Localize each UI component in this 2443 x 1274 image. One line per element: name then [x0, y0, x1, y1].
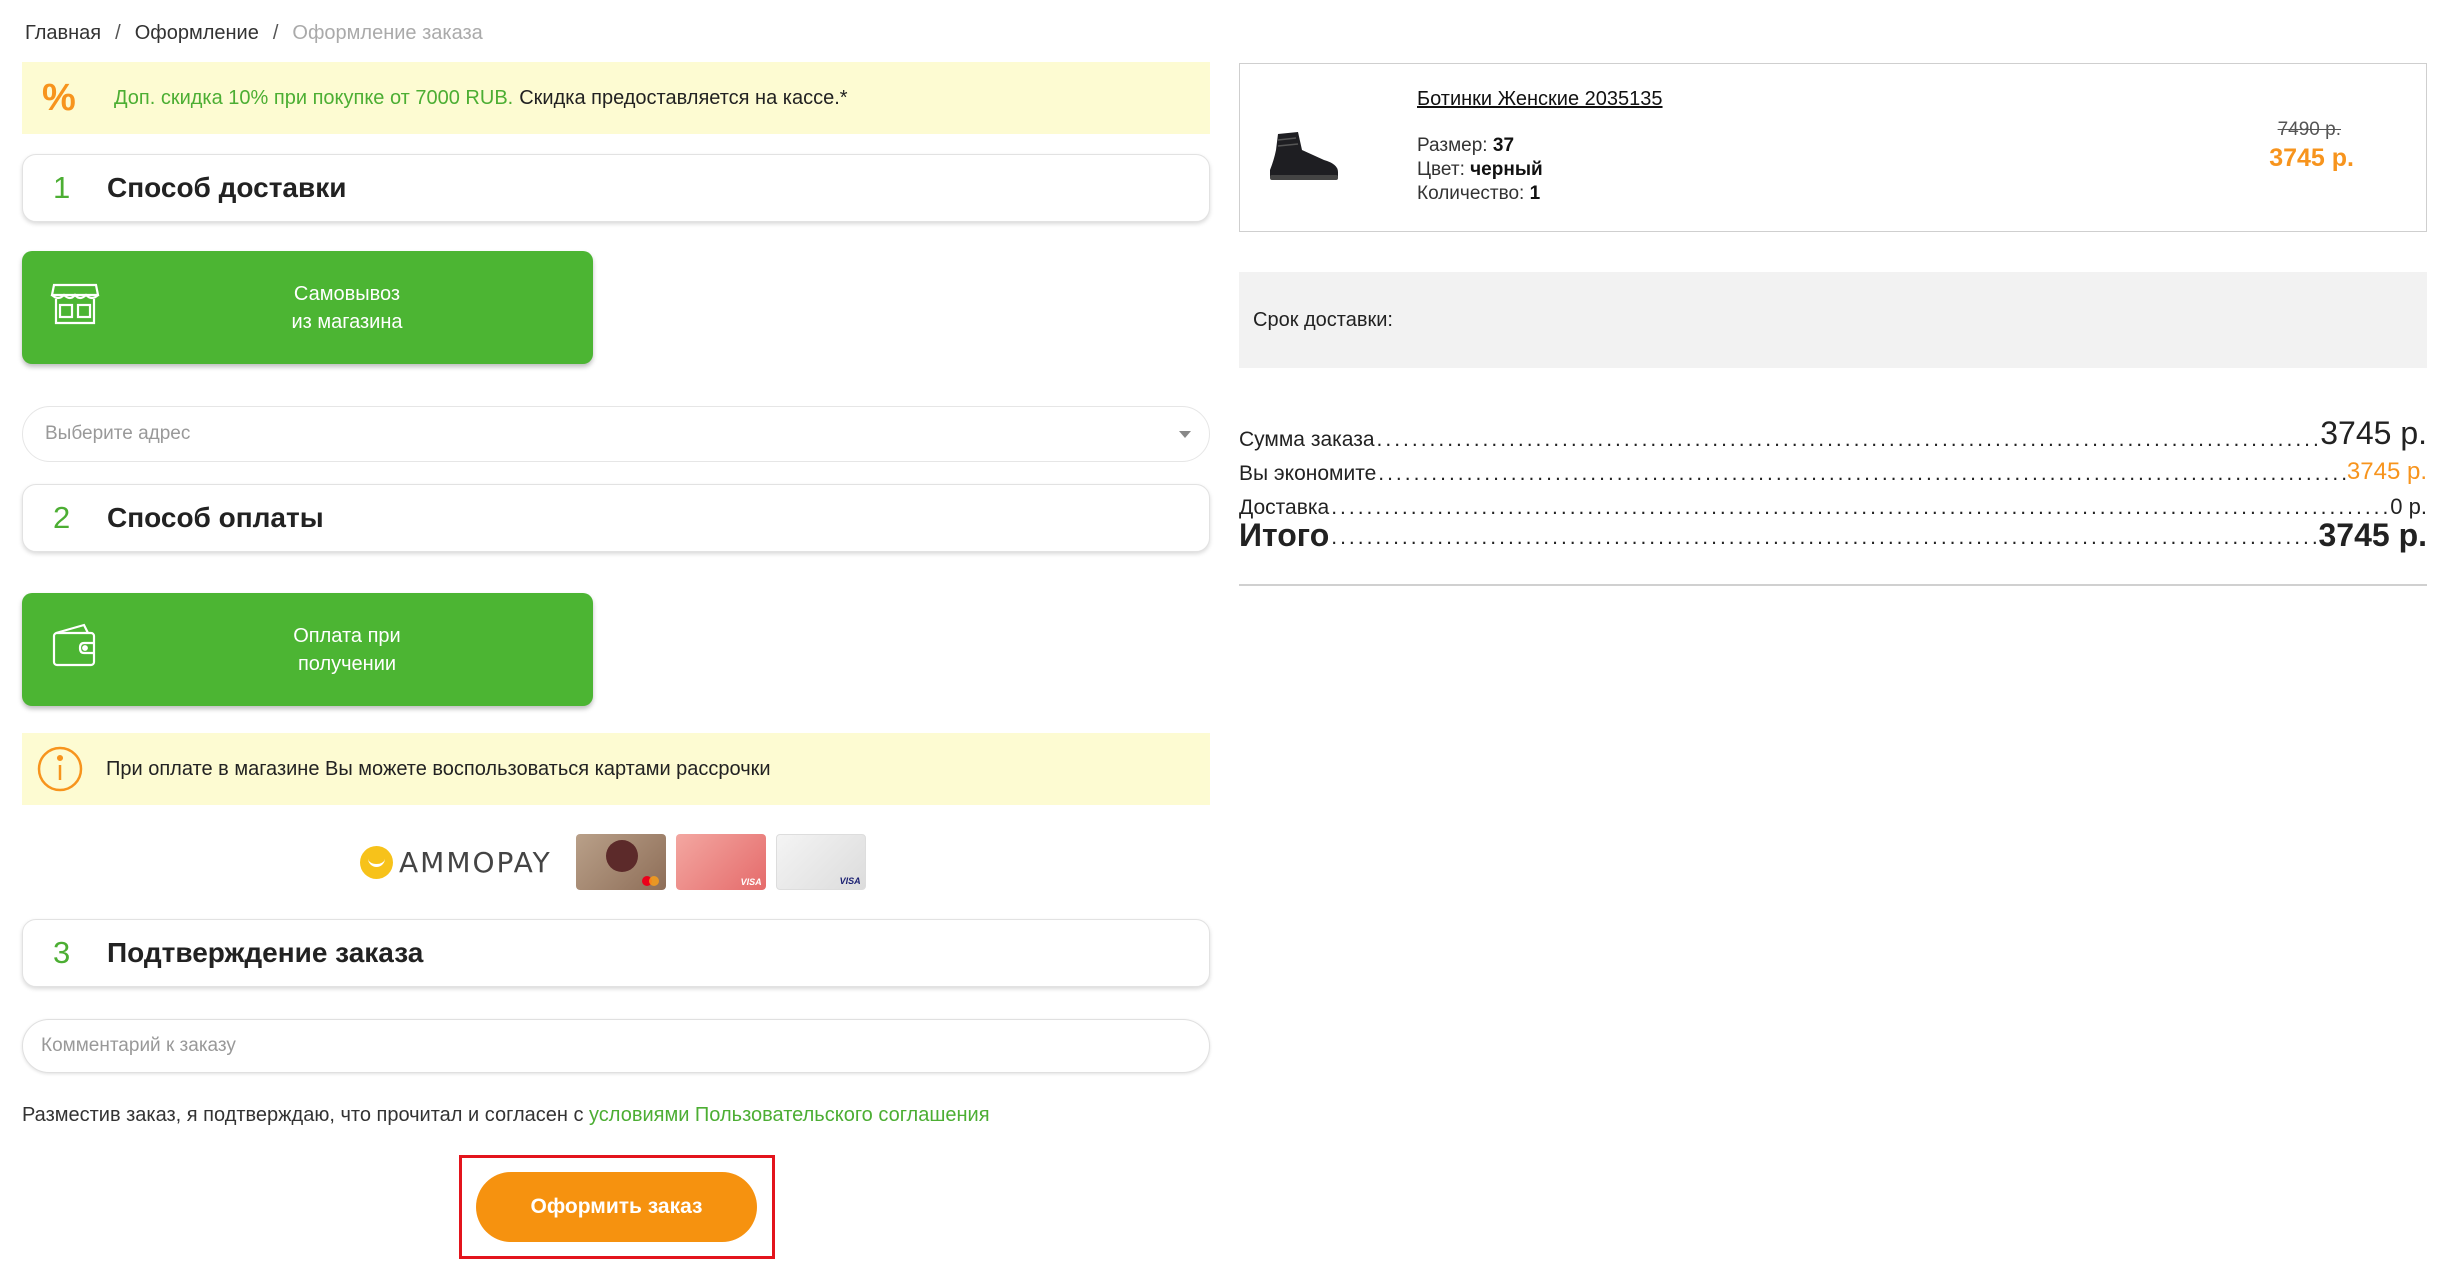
place-order-button[interactable]: Оформить заказ	[476, 1172, 757, 1242]
totals-row-savings: Вы экономите ...........................…	[1239, 452, 2427, 486]
ammopay-name: AMMOPAY	[399, 845, 552, 879]
leader-dots: ........................................…	[1378, 462, 2347, 485]
mastercard-icon	[641, 876, 660, 886]
order-totals: Сумма заказа ...........................…	[1239, 418, 2427, 554]
product-color-label: Цвет:	[1417, 159, 1465, 180]
payment-option-label: Оплата при получении	[232, 593, 462, 706]
payment-option-line2: получении	[297, 652, 397, 675]
step-confirmation-header: 3 Подтверждение заказа	[22, 919, 1210, 987]
totals-savings-value: 3745 р.	[2346, 458, 2427, 485]
product-size-value: 37	[1492, 135, 1515, 156]
totals-total-value: 3745 р.	[2318, 520, 2427, 553]
installment-notice-text: При оплате в магазине Вы можете воспольз…	[106, 757, 771, 780]
step-number: 3	[53, 935, 71, 970]
step-title: Подтверждение заказа	[107, 937, 424, 968]
breadcrumb-current: Оформление заказа	[292, 22, 483, 44]
promo-banner: % Доп. скидка 10% при покупке от 7000 RU…	[22, 62, 1210, 134]
step-number: 2	[53, 500, 71, 535]
installment-logos: AMMOPAY VISA VISA	[360, 833, 866, 891]
product-size: Размер: 37	[1417, 134, 1543, 158]
promo-text: Скидка предоставляется на кассе.*	[519, 86, 848, 109]
store-icon	[50, 283, 100, 325]
chevron-down-icon[interactable]	[1179, 431, 1191, 438]
order-comment-input[interactable]	[22, 1019, 1210, 1073]
totals-row-sum: Сумма заказа ...........................…	[1239, 418, 2427, 452]
delivery-option-pickup[interactable]: Самовывоз из магазина	[22, 251, 593, 364]
totals-delivery-value: 0 р.	[2390, 494, 2427, 519]
cart-product: Ботинки Женские 2035135 Размер: 37 Цвет:…	[1239, 63, 2427, 232]
ammopay-logo: AMMOPAY	[360, 845, 552, 879]
delivery-option-line1: Самовывоз	[293, 282, 401, 305]
agreement-text: Разместив заказ, я подтверждаю, что проч…	[22, 1104, 990, 1127]
breadcrumb: Главная / Оформление / Оформление заказа	[25, 22, 483, 45]
installment-card-image: VISA	[775, 834, 866, 890]
product-qty-label: Количество:	[1417, 183, 1525, 204]
promo-highlight: Доп. скидка 10% при покупке от 7000 RUB.	[114, 86, 514, 109]
product-details: Размер: 37 Цвет: черный Количество: 1	[1417, 134, 1543, 206]
step-delivery-header: 1 Способ доставки	[22, 154, 1210, 222]
totals-sum-value: 3745 р.	[2320, 418, 2427, 451]
visa-logo: VISA	[839, 876, 861, 886]
product-old-price: 7490 р.	[2277, 119, 2341, 140]
address-select[interactable]: Выберите адрес	[22, 406, 1210, 462]
agreement-label: Разместив заказ, я подтверждаю, что проч…	[22, 1104, 584, 1126]
breadcrumb-checkout[interactable]: Оформление	[135, 22, 259, 44]
breadcrumb-separator: /	[115, 22, 121, 44]
percent-icon: %	[42, 76, 76, 119]
totals-sum-label: Сумма заказа	[1239, 428, 1375, 451]
user-agreement-link[interactable]: условиями Пользовательского соглашения	[589, 1104, 990, 1126]
totals-row-total: Итого ..................................…	[1239, 520, 2427, 554]
leader-dots: ........................................…	[1331, 526, 2318, 549]
totals-savings-label: Вы экономите	[1239, 462, 1377, 485]
leader-dots: ........................................…	[1331, 496, 2391, 519]
wallet-icon	[52, 623, 96, 667]
ammopay-icon	[360, 845, 393, 879]
step-title: Способ оплаты	[107, 502, 324, 533]
totals-row-delivery: Доставка ...............................…	[1239, 486, 2427, 520]
delivery-option-label: Самовывоз из магазина	[232, 251, 462, 364]
product-price: 3745 р.	[2269, 144, 2354, 172]
leader-dots: ........................................…	[1376, 428, 2321, 451]
product-size-label: Размер:	[1417, 135, 1488, 156]
product-color-value: черный	[1470, 159, 1543, 180]
payment-option-line1: Оплата при	[293, 624, 401, 647]
installment-notice: При оплате в магазине Вы можете воспольз…	[22, 733, 1210, 805]
delivery-term-label: Срок доставки:	[1253, 308, 1393, 331]
delivery-term: Срок доставки:	[1239, 272, 2427, 368]
totals-divider	[1239, 584, 2427, 586]
info-icon	[37, 746, 83, 792]
breadcrumb-home[interactable]: Главная	[25, 22, 101, 44]
totals-delivery-label: Доставка	[1239, 496, 1330, 519]
address-select-placeholder: Выберите адрес	[45, 423, 191, 444]
step-number: 1	[53, 170, 71, 205]
product-quantity: Количество: 1	[1417, 182, 1543, 206]
installment-card-image	[575, 834, 666, 890]
totals-total-label: Итого	[1239, 520, 1330, 553]
step-payment-header: 2 Способ оплаты	[22, 484, 1210, 552]
payment-option-on-delivery[interactable]: Оплата при получении	[22, 593, 593, 706]
step-title: Способ доставки	[107, 172, 347, 203]
visa-logo: VISA	[740, 877, 762, 887]
delivery-option-line2: из магазина	[291, 310, 403, 333]
product-image	[1270, 132, 1338, 180]
installment-card-image: VISA	[675, 834, 766, 890]
breadcrumb-separator: /	[272, 22, 279, 44]
product-name-link[interactable]: Ботинки Женские 2035135	[1417, 88, 1663, 111]
product-color: Цвет: черный	[1417, 158, 1543, 182]
product-qty-value: 1	[1529, 183, 1541, 204]
